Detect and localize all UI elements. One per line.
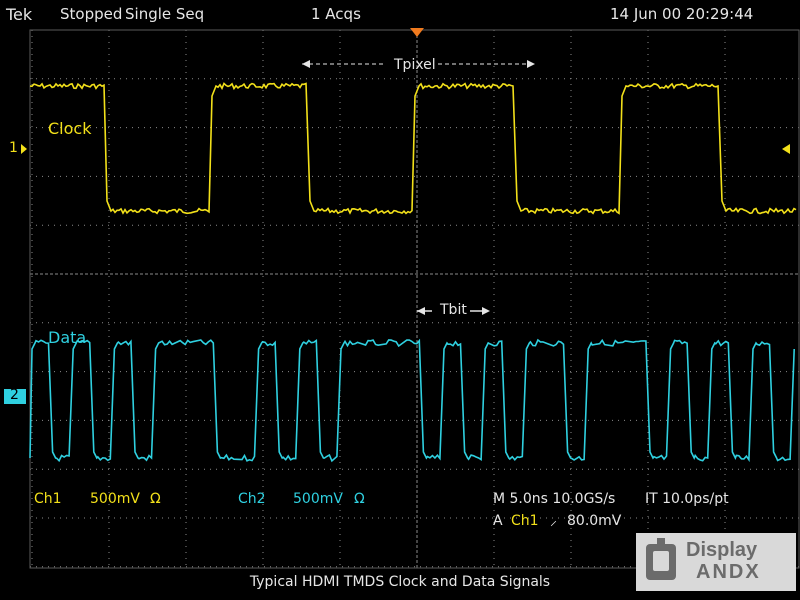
- ch1-name[interactable]: Ch1: [34, 491, 62, 507]
- trigger-prefix: A: [493, 513, 503, 529]
- interpolation-readout: IT 10.0ps/pt: [645, 491, 729, 507]
- clock-trace-label: Clock: [48, 119, 92, 138]
- ch2-coupling: Ω: [354, 491, 365, 507]
- tpixel-label: Tpixel: [394, 57, 436, 73]
- ch1-scale: 500mV: [90, 491, 140, 507]
- data-waveform: [29, 338, 795, 463]
- logo-text-display: Display: [686, 539, 758, 561]
- oscilloscope-display: [4, 28, 800, 569]
- trigger-source: Ch1: [511, 513, 539, 529]
- display-andx-logo: Display ANDX: [636, 533, 796, 591]
- timebase-readout: M 5.0ns 10.0GS/s: [493, 491, 616, 507]
- trigger-position-marker[interactable]: [410, 28, 424, 37]
- trigger-level: 80.0mV: [567, 513, 622, 529]
- trigger-level-marker[interactable]: [782, 144, 790, 154]
- ch2-name[interactable]: Ch2: [238, 491, 266, 507]
- ch1-coupling: Ω: [150, 491, 161, 507]
- ch2-marker-label: 2: [10, 387, 19, 403]
- ch1-marker-label: 1: [9, 140, 18, 156]
- ch1-ground-marker[interactable]: [21, 144, 27, 154]
- data-trace-label: Data: [48, 328, 87, 347]
- trigger-slope-icon: ⸝: [550, 513, 557, 529]
- tbit-label: Tbit: [440, 302, 467, 318]
- clock-waveform: [29, 82, 797, 215]
- logo-plug-icon: [646, 538, 676, 580]
- ch2-scale: 500mV: [293, 491, 343, 507]
- logo-text-andx: ANDX: [696, 561, 761, 583]
